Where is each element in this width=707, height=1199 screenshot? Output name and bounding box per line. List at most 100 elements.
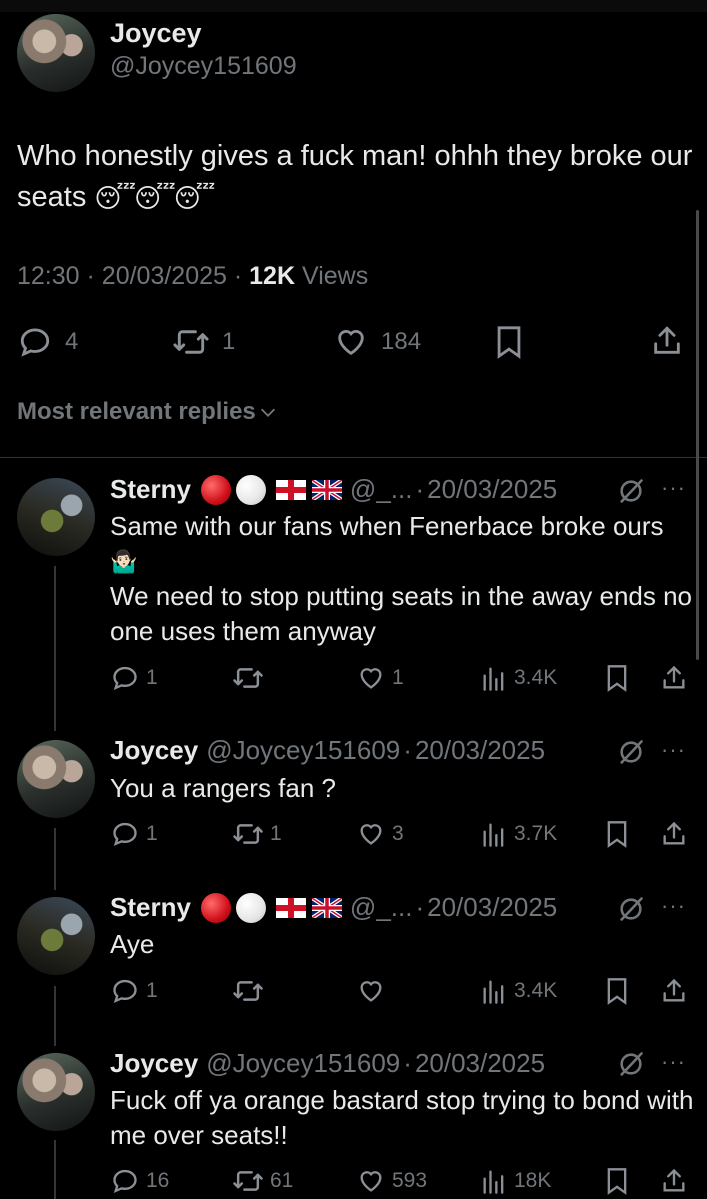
bookmark-icon[interactable] [604, 1167, 630, 1195]
repost-button[interactable] [232, 664, 270, 692]
uk-flag-icon [311, 897, 342, 918]
repost-count: 1 [222, 328, 236, 355]
author-handle[interactable]: @_... [350, 892, 413, 923]
avatar[interactable] [17, 14, 95, 92]
shrug-emoji: 🤷🏻‍♂️ [110, 549, 138, 574]
reply-text: Aye [110, 929, 155, 959]
reply-button[interactable]: 1 [110, 977, 158, 1005]
author-name[interactable]: Sterny [110, 892, 191, 923]
more-icon[interactable]: ··· [661, 893, 686, 919]
share-icon[interactable] [660, 664, 688, 692]
reply-button[interactable]: 4 [17, 325, 78, 359]
chevron-down-icon [260, 408, 275, 417]
views-icon [483, 980, 504, 1004]
author-handle[interactable]: @Joycey151609 [110, 52, 297, 81]
reply-button[interactable]: 1 [110, 820, 158, 848]
bookmark-icon[interactable] [604, 820, 630, 848]
share-icon[interactable] [660, 977, 688, 1005]
share-icon [654, 326, 680, 354]
reply-icon [113, 822, 137, 847]
avatar[interactable] [17, 478, 95, 556]
more-icon[interactable]: ··· [661, 1049, 686, 1075]
bookmark-icon[interactable] [604, 977, 630, 1005]
reply-button[interactable]: 16 [110, 1167, 169, 1195]
tweet-text: Who honestly gives a fuck man! ohhh they… [17, 136, 697, 219]
reply-button[interactable]: 1 [110, 664, 158, 692]
like-button[interactable]: 1 [356, 664, 404, 692]
like-button[interactable]: 593 [356, 1167, 427, 1195]
reply-date[interactable]: 20/03/2025 [415, 735, 545, 766]
reply-text: Same with our fans when Fenerbace broke … [110, 509, 695, 649]
reply-icon [113, 979, 137, 1004]
red-circle-emoji [200, 474, 231, 505]
repost-button[interactable] [232, 977, 270, 1005]
bookmark-icon[interactable] [604, 664, 630, 692]
reply-date[interactable]: 20/03/2025 [415, 1048, 545, 1079]
views-label: Views [301, 262, 369, 290]
white-circle-emoji [235, 474, 266, 505]
views-button[interactable]: 3.4K [480, 664, 557, 692]
author-handle[interactable]: @_... [350, 474, 413, 505]
repost-icon [233, 824, 263, 844]
avatar[interactable] [17, 897, 95, 975]
grok-icon[interactable] [617, 477, 645, 505]
heart-icon [360, 981, 382, 1002]
like-button[interactable] [356, 977, 392, 1005]
share-icon[interactable] [660, 1167, 688, 1195]
reply-date[interactable]: 20/03/2025 [427, 474, 557, 505]
views-button[interactable]: 3.7K [480, 820, 557, 848]
tweet-date[interactable]: 20/03/2025 [102, 262, 227, 290]
repost-button[interactable]: 1 [172, 325, 235, 359]
views-icon [483, 1170, 504, 1194]
author-handle[interactable]: @Joycey151609 [206, 1048, 400, 1079]
reply-icon [113, 666, 137, 691]
reply-header: Joycey @Joycey151609 · 20/03/2025 [110, 735, 546, 766]
views-icon [483, 667, 504, 691]
author-name[interactable]: Sterny [110, 474, 191, 505]
tweet-time[interactable]: 12:30 [17, 262, 80, 290]
england-flag-icon [275, 479, 306, 500]
like-count: 184 [381, 328, 422, 355]
reply-header: Sterny @_... · 20/03/2025 [110, 474, 558, 505]
author-name[interactable]: Joycey [110, 18, 202, 49]
bookmark-icon [497, 326, 521, 359]
top-bar [0, 0, 707, 12]
repost-button[interactable]: 1 [232, 820, 282, 848]
grok-icon[interactable] [617, 738, 645, 766]
more-icon[interactable]: ··· [661, 475, 686, 501]
bookmark-button[interactable] [493, 325, 525, 359]
views-button[interactable]: 18K [480, 1167, 551, 1195]
views-button[interactable]: 3.4K [480, 977, 557, 1005]
tweet-meta: 12:30 · 20/03/2025 · 12K Views [17, 262, 369, 290]
more-icon[interactable]: ··· [661, 737, 686, 763]
england-flag-icon [275, 897, 306, 918]
reply-header: Joycey @Joycey151609 · 20/03/2025 [110, 1048, 546, 1079]
repost-icon [233, 668, 263, 688]
share-icon[interactable] [660, 820, 688, 848]
sort-label: Most relevant replies [17, 398, 256, 425]
repost-button[interactable]: 61 [232, 1167, 293, 1195]
like-button[interactable]: 3 [356, 820, 404, 848]
white-circle-emoji [235, 892, 266, 923]
sleeping-emoji: 😴😴😴 [94, 182, 215, 213]
avatar[interactable] [17, 1053, 95, 1131]
reply-text: Fuck off ya orange bastard stop trying t… [110, 1085, 694, 1150]
reply-icon [113, 1169, 137, 1194]
scrollbar[interactable] [696, 210, 699, 660]
author-name[interactable]: Joycey [110, 735, 198, 766]
repost-icon [173, 330, 209, 354]
divider [0, 457, 707, 458]
views-count: 12K [249, 262, 296, 290]
repost-icon [233, 981, 263, 1001]
like-button[interactable]: 184 [333, 325, 421, 359]
avatar[interactable] [17, 740, 95, 818]
reply-date[interactable]: 20/03/2025 [427, 892, 557, 923]
heart-icon [360, 668, 382, 689]
author-handle[interactable]: @Joycey151609 [206, 735, 400, 766]
share-button[interactable] [650, 323, 684, 359]
author-name[interactable]: Joycey [110, 1048, 198, 1079]
sort-replies-dropdown[interactable]: Most relevant replies [17, 398, 280, 426]
reply-header: Sterny @_... · 20/03/2025 [110, 892, 558, 923]
grok-icon[interactable] [617, 1050, 645, 1078]
grok-icon[interactable] [617, 895, 645, 923]
